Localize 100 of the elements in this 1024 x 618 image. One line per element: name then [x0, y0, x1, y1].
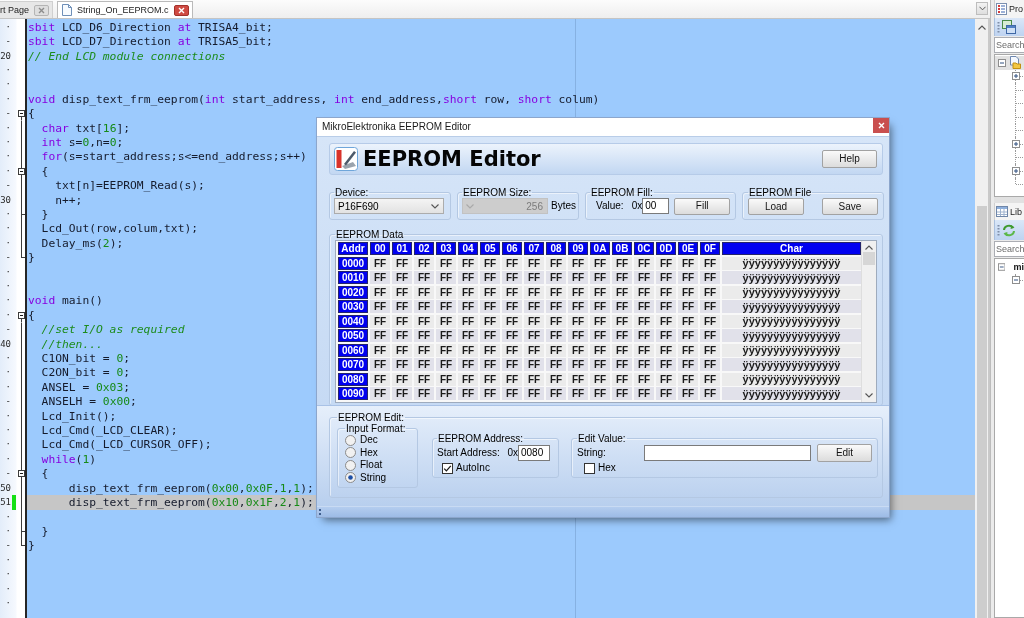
refresh-icon[interactable] — [1002, 223, 1016, 237]
edit-button[interactable]: Edit — [817, 444, 872, 462]
radio-button[interactable] — [345, 447, 356, 459]
gutter-marker: - — [5, 396, 12, 408]
tree-item-label[interactable]: mi — [1013, 261, 1024, 272]
table-cell: FF — [414, 285, 434, 299]
close-button[interactable] — [873, 118, 889, 133]
checkbox[interactable] — [584, 462, 595, 474]
unit-label: Bytes — [551, 200, 576, 212]
collapse-icon[interactable] — [17, 311, 25, 319]
hex-prefix: 0x — [631, 200, 643, 212]
checkbox-label: AutoInc — [456, 462, 490, 474]
table-cell: FF — [392, 271, 412, 284]
table-cell: FF — [568, 358, 588, 371]
expand-icon[interactable] — [1012, 166, 1020, 175]
table-cell: FF — [436, 271, 456, 284]
gutter-marker: · — [5, 309, 12, 321]
fill-value-field[interactable]: 00 — [642, 198, 670, 214]
table-cell: FF — [568, 329, 588, 342]
panel-title[interactable]: Lib — [1010, 206, 1022, 217]
radio-button[interactable] — [345, 459, 356, 471]
file-button[interactable]: Save — [822, 198, 878, 215]
column-header: 0C — [634, 242, 654, 255]
scroll-down-icon[interactable] — [865, 393, 873, 398]
table-cell: FF — [656, 285, 676, 299]
gutter-marker: · — [5, 21, 12, 33]
table-cell: FF — [612, 387, 632, 400]
table-cell: FF — [700, 285, 720, 299]
device-dropdown[interactable]: P16F690 — [334, 198, 444, 214]
start-address-field[interactable]: 0080 — [518, 445, 550, 461]
table-cell: FF — [370, 358, 390, 371]
table-cell: FF — [392, 387, 412, 400]
scrollbar-thumb[interactable] — [976, 206, 987, 618]
table-cell: FF — [524, 300, 544, 313]
table-cell: FF — [524, 271, 544, 284]
expand-icon[interactable] — [1012, 139, 1020, 148]
column-header: 04 — [458, 242, 478, 255]
group-label: Edit Value: — [577, 433, 627, 444]
table-cell: FF — [612, 300, 632, 313]
table-cell: FF — [678, 372, 698, 386]
gutter-marker: · — [5, 439, 12, 451]
file-button[interactable]: Load — [748, 198, 804, 215]
gutter-marker: · — [5, 79, 12, 91]
radio-button[interactable] — [345, 434, 356, 446]
table-cell: FF — [634, 358, 654, 371]
expand-icon[interactable] — [1012, 72, 1020, 81]
table-cell: FF — [458, 285, 478, 299]
table-cell: FF — [524, 372, 544, 386]
table-cell: FF — [502, 372, 522, 386]
collapse-icon[interactable] — [17, 167, 25, 175]
windows-icon[interactable] — [1002, 20, 1016, 34]
help-button[interactable]: Help — [822, 150, 877, 168]
gutter-marker: 50 — [0, 482, 12, 494]
vertical-scrollbar[interactable] — [861, 241, 876, 402]
vertical-scrollbar[interactable] — [975, 19, 990, 618]
group-label: EEPROM Edit: — [337, 412, 406, 423]
scroll-up-icon[interactable] — [865, 245, 873, 250]
code-line: } — [27, 539, 35, 553]
gutter-marker: 40 — [0, 338, 12, 350]
editor-tab[interactable]: rt Page — [0, 1, 54, 18]
tree-row[interactable] — [995, 56, 1024, 70]
search-field[interactable]: Search — [994, 241, 1024, 257]
table-cell: FF — [678, 256, 698, 270]
table-cell: FF — [700, 300, 720, 313]
tree-row[interactable]: mi — [995, 260, 1024, 274]
table-cell: FF — [546, 372, 566, 386]
collapse-icon[interactable] — [17, 110, 25, 118]
table-cell: FF — [458, 314, 478, 328]
table-cell: FF — [678, 271, 698, 284]
table-cell: FF — [414, 314, 434, 328]
table-cell: FF — [436, 329, 456, 342]
checkbox[interactable] — [442, 462, 453, 474]
table-cell: FF — [678, 329, 698, 342]
scroll-up-icon[interactable] — [977, 25, 986, 30]
table-cell: FF — [524, 387, 544, 400]
panel-title[interactable]: Pro — [1009, 4, 1023, 14]
close-icon[interactable] — [173, 4, 189, 16]
address-cell: 0050 — [338, 329, 368, 342]
gutter-marker: - — [5, 540, 12, 552]
table-cell: FF — [392, 343, 412, 357]
table-cell: FF — [480, 314, 500, 328]
tab-list-button[interactable] — [976, 2, 988, 15]
code-line: Lcd_Cmd(_LCD_CLEAR); — [40, 424, 178, 438]
scrollbar-thumb[interactable] — [863, 252, 875, 265]
table-cell: FF — [612, 329, 632, 342]
group-label: EEPROM File — [748, 187, 813, 198]
char-cell: ÿÿÿÿÿÿÿÿÿÿÿÿÿÿÿÿ — [722, 271, 861, 284]
table-cell: FF — [392, 314, 412, 328]
search-field[interactable]: Search — [994, 37, 1024, 53]
collapse-icon[interactable] — [17, 470, 25, 478]
radio-button[interactable] — [345, 472, 356, 484]
fill-button[interactable]: Fill — [674, 197, 731, 215]
table-cell: FF — [590, 271, 610, 284]
table-cell: FF — [590, 314, 610, 328]
editor-tab[interactable]: String_On_EEPROM.c — [57, 1, 193, 18]
table-cell: FF — [436, 343, 456, 357]
string-input-field[interactable] — [644, 445, 811, 461]
code-line: ANSELH = 0x00; — [40, 395, 137, 409]
table-cell: FF — [502, 271, 522, 284]
code-line: void disp_text_frm_eeprom(int start_address, int end_address,short row, short colum) — [27, 92, 600, 106]
